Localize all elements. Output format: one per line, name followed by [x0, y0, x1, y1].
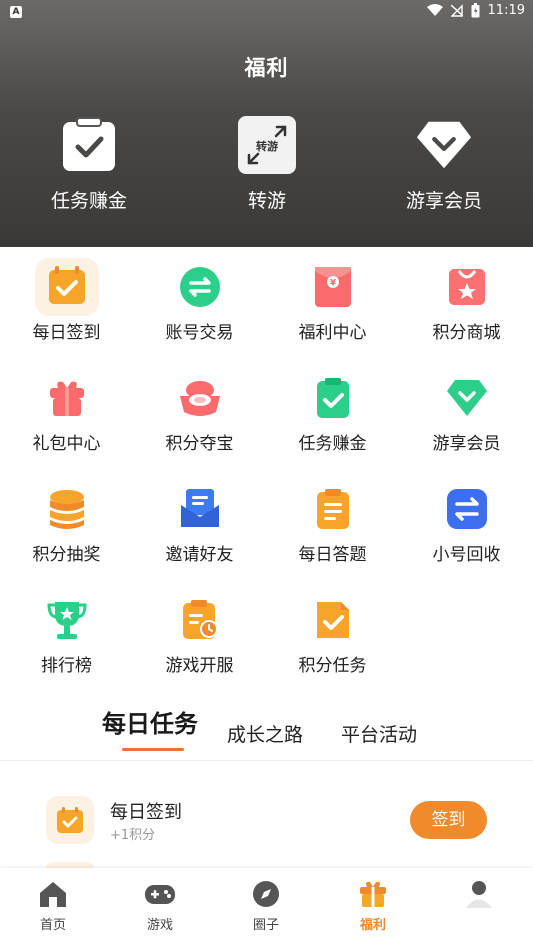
red-envelope-icon: ¥	[301, 258, 365, 316]
app-badge: A	[10, 6, 22, 18]
compass-icon	[231, 878, 301, 910]
header-quick-actions: 任务赚金 转游 转游 游享会员	[0, 116, 533, 216]
gamepad-icon	[125, 878, 195, 910]
grid-item-label: 邀请好友	[165, 545, 234, 565]
nav-profile[interactable]	[444, 878, 514, 914]
bottom-navigation: 首页 游戏 圈子 福利	[0, 868, 533, 947]
task-row-daily-checkin: 每日签到 +1积分 签到	[0, 790, 533, 850]
server-clock-icon	[168, 591, 232, 649]
no-signal-icon	[450, 4, 463, 17]
clipboard-check-icon	[60, 116, 118, 174]
welfare-header: A 11:19 福利 任务赚金 转游 转游 游享会员	[0, 0, 533, 247]
exchange-icon	[168, 258, 232, 316]
grid-item-label: 任务赚金	[298, 434, 367, 454]
header-item-label: 任务赚金	[50, 190, 127, 212]
calendar-check-icon	[34, 258, 99, 316]
grid-item-leaderboard[interactable]: 排行榜	[0, 591, 133, 676]
status-bar: A 11:19	[0, 0, 533, 24]
recycle-arrows-icon	[435, 480, 499, 538]
svg-text:¥: ¥	[329, 279, 336, 289]
green-diamond-icon	[435, 369, 499, 427]
grid-item-account-recycle[interactable]: 小号回收	[400, 480, 533, 565]
tab-daily-tasks[interactable]: 每日任务	[102, 704, 198, 739]
grid-item-label: 排行榜	[41, 656, 92, 676]
nav-home[interactable]: 首页	[18, 878, 88, 933]
wifi-icon	[426, 4, 443, 16]
nav-community[interactable]: 圈子	[231, 878, 301, 933]
invite-mail-icon	[168, 480, 232, 538]
grid-item-label: 礼包中心	[32, 434, 101, 454]
grid-item-points-treasure[interactable]: 积分夺宝	[133, 369, 266, 454]
grid-item-points-mall[interactable]: 积分商城	[400, 258, 533, 343]
header-item-transfer[interactable]: 转游 转游	[202, 116, 332, 213]
nav-games[interactable]: 游戏	[125, 878, 195, 933]
grid-item-points-lottery[interactable]: 积分抽奖	[0, 480, 133, 565]
grid-item-server-open[interactable]: 游戏开服	[133, 591, 266, 676]
grid-item-label: 小号回收	[432, 545, 501, 565]
grid-item-points-task[interactable]: 积分任务	[266, 591, 399, 676]
treasure-icon	[168, 369, 232, 427]
transfer-badge-text: 转游	[256, 140, 278, 153]
grid-item-task-earn[interactable]: 任务赚金	[266, 369, 399, 454]
header-item-vip[interactable]: 游享会员	[379, 116, 509, 213]
profile-icon	[444, 878, 514, 910]
grid-item-label: 福利中心	[298, 323, 367, 343]
calendar-check-icon	[46, 796, 94, 844]
task-title: 每日签到	[110, 802, 182, 823]
header-item-task-earn[interactable]: 任务赚金	[24, 116, 154, 213]
grid-item-label: 积分抽奖	[32, 545, 101, 565]
nav-welfare[interactable]: 福利	[338, 878, 408, 933]
grid-item-label: 账号交易	[165, 323, 234, 343]
nav-label: 圈子	[252, 918, 279, 933]
grid-item-vip[interactable]: 游享会员	[400, 369, 533, 454]
divider	[0, 760, 533, 761]
nav-label: 福利	[359, 918, 386, 933]
grid-item-welfare-center[interactable]: ¥ 福利中心	[266, 258, 399, 343]
grid-item-label: 每日签到	[32, 323, 101, 343]
shop-bag-icon	[435, 258, 499, 316]
status-icons: 11:19	[426, 3, 525, 18]
active-tab-indicator	[122, 748, 184, 751]
coin-stack-icon	[35, 480, 99, 538]
diamond-icon	[415, 116, 473, 174]
grid-item-label: 积分夺宝	[165, 434, 234, 454]
grid-item-label: 游享会员	[432, 434, 501, 454]
status-time: 11:19	[487, 3, 525, 18]
gift-icon	[338, 878, 408, 910]
points-document-icon	[301, 591, 365, 649]
tab-growth-path[interactable]: 成长之路	[227, 720, 303, 747]
nav-label: 首页	[39, 918, 66, 933]
gift-box-icon	[35, 369, 99, 427]
nav-label: 游戏	[146, 918, 173, 933]
grid-item-account-trade[interactable]: 账号交易	[133, 258, 266, 343]
trophy-icon	[35, 591, 99, 649]
grid-item-daily-quiz[interactable]: 每日答题	[266, 480, 399, 565]
tab-platform-activity[interactable]: 平台活动	[341, 720, 417, 747]
quiz-clipboard-icon	[301, 480, 365, 538]
checkin-button[interactable]: 签到	[410, 801, 487, 839]
header-item-label: 转游	[247, 190, 286, 212]
grid-item-daily-checkin[interactable]: 每日签到	[0, 258, 133, 343]
page-title: 福利	[244, 56, 289, 80]
home-icon	[18, 878, 88, 910]
task-tabs: 每日任务 成长之路 平台活动	[0, 708, 533, 758]
grid-item-label: 游戏开服	[165, 656, 234, 676]
task-clipboard-icon	[301, 369, 365, 427]
grid-item-invite-friends[interactable]: 邀请好友	[133, 480, 266, 565]
battery-icon	[471, 3, 480, 18]
header-item-label: 游享会员	[405, 190, 482, 212]
grid-item-gift-center[interactable]: 礼包中心	[0, 369, 133, 454]
grid-item-label: 积分商城	[432, 323, 501, 343]
grid-item-label: 积分任务	[298, 656, 367, 676]
task-reward: +1积分	[110, 828, 156, 843]
grid-item-label: 每日答题	[298, 545, 367, 565]
